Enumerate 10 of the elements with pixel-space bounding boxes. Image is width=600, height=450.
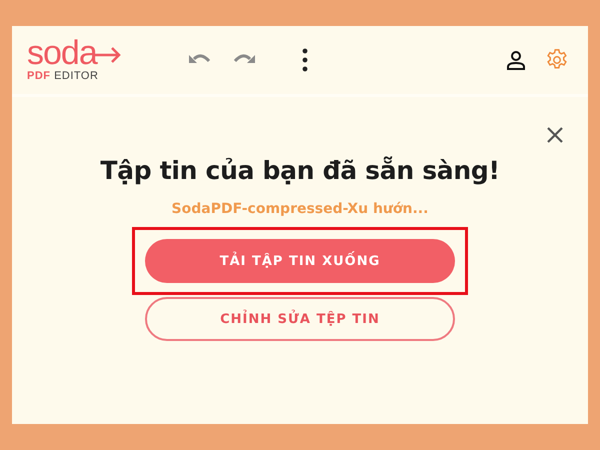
more-menu-icon[interactable] [302,48,308,72]
logo-wordmark: soda [27,38,97,68]
dialog-title: Tập tin của bạn đã sẵn sàng! [100,156,500,185]
logo-subtitle: EDITOR [54,70,98,82]
close-icon[interactable] [546,126,564,144]
user-icon[interactable] [506,50,526,70]
logo-subtitle-bold: PDF [27,70,50,82]
edit-button[interactable]: CHỈNH SỬA TỆP TIN [145,297,455,341]
file-name: SodaPDF-compressed-Xu hướn... [172,201,428,217]
download-button[interactable]: TẢI TẬP TIN XUỐNG [145,239,455,283]
